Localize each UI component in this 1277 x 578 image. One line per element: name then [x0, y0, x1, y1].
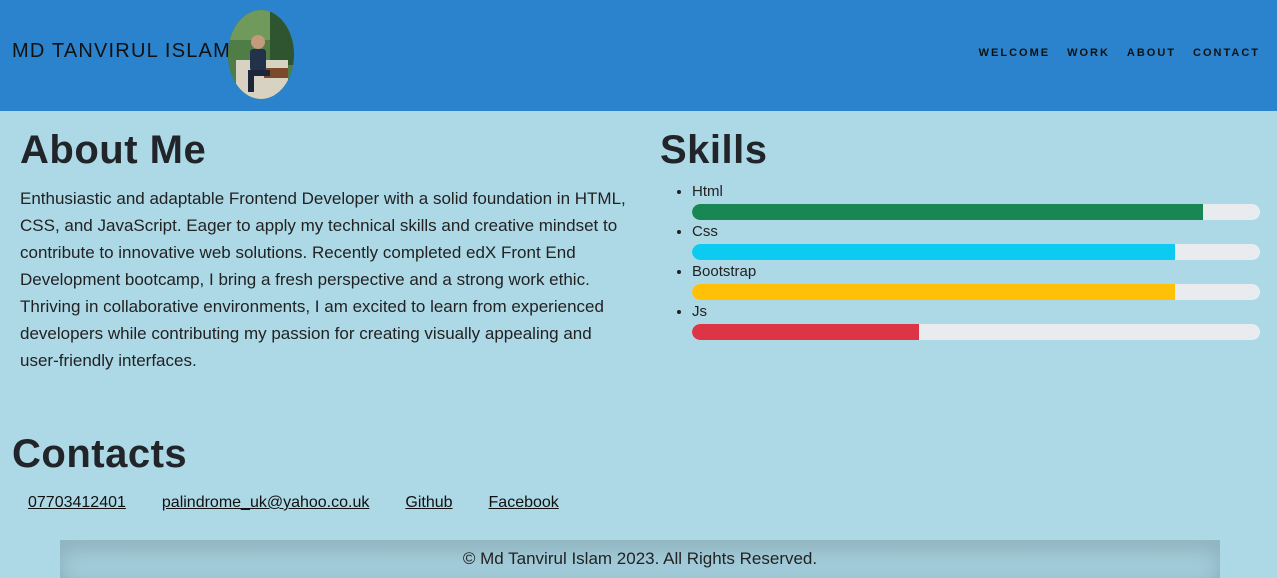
brand-name[interactable]: MD TANVIRUL ISLAM — [12, 40, 231, 63]
skill-progress-bar — [692, 284, 1260, 300]
about-section: About Me Enthusiastic and adaptable Fron… — [20, 128, 630, 374]
site-footer: © Md Tanvirul Islam 2023. All Rights Res… — [60, 540, 1220, 578]
skills-list: Html Css Bootstrap Js — [660, 183, 1260, 343]
footer-copyright: © Md Tanvirul Islam 2023. All Rights Res… — [462, 549, 818, 568]
site-header: MD TANVIRUL ISLAM WELCOME WORK ABOUT CON… — [0, 0, 1277, 111]
nav-contact[interactable]: CONTACT — [1193, 47, 1260, 59]
skills-section: Skills Html Css Bootstrap Js — [660, 128, 1260, 343]
skill-label: Js — [692, 303, 707, 320]
phone-link[interactable]: 07703412401 — [28, 494, 126, 512]
facebook-link[interactable]: Facebook — [489, 494, 559, 512]
skill-item-css: Css — [692, 223, 1260, 263]
about-title: About Me — [20, 128, 207, 172]
skill-progress-bar — [692, 324, 1260, 340]
contacts-title: Contacts — [12, 432, 188, 476]
contacts-section: Contacts — [12, 432, 187, 477]
skill-progress-bar — [692, 244, 1260, 260]
skill-progress-fill — [692, 244, 1175, 260]
profile-avatar — [228, 10, 294, 99]
email-link[interactable]: palindrome_uk@yahoo.co.uk — [162, 494, 369, 512]
nav-about[interactable]: ABOUT — [1127, 47, 1176, 59]
skill-item-js: Js — [692, 303, 1260, 343]
skill-label: Bootstrap — [692, 263, 757, 280]
github-link[interactable]: Github — [405, 494, 452, 512]
skills-title: Skills — [660, 128, 768, 172]
skill-label: Css — [692, 223, 718, 240]
skill-item-html: Html — [692, 183, 1260, 223]
main-nav: WELCOME WORK ABOUT CONTACT — [979, 47, 1260, 59]
about-text: Enthusiastic and adaptable Frontend Deve… — [20, 189, 626, 370]
skill-progress-bar — [692, 204, 1260, 220]
skill-progress-fill — [692, 324, 920, 340]
profile-photo-icon — [228, 10, 294, 99]
skill-item-bootstrap: Bootstrap — [692, 263, 1260, 303]
skill-label: Html — [692, 183, 723, 200]
contact-links: 07703412401 palindrome_uk@yahoo.co.uk Gi… — [28, 494, 559, 512]
skill-progress-fill — [692, 284, 1175, 300]
nav-work[interactable]: WORK — [1067, 47, 1110, 59]
nav-welcome[interactable]: WELCOME — [979, 47, 1050, 59]
skill-progress-fill — [692, 204, 1204, 220]
